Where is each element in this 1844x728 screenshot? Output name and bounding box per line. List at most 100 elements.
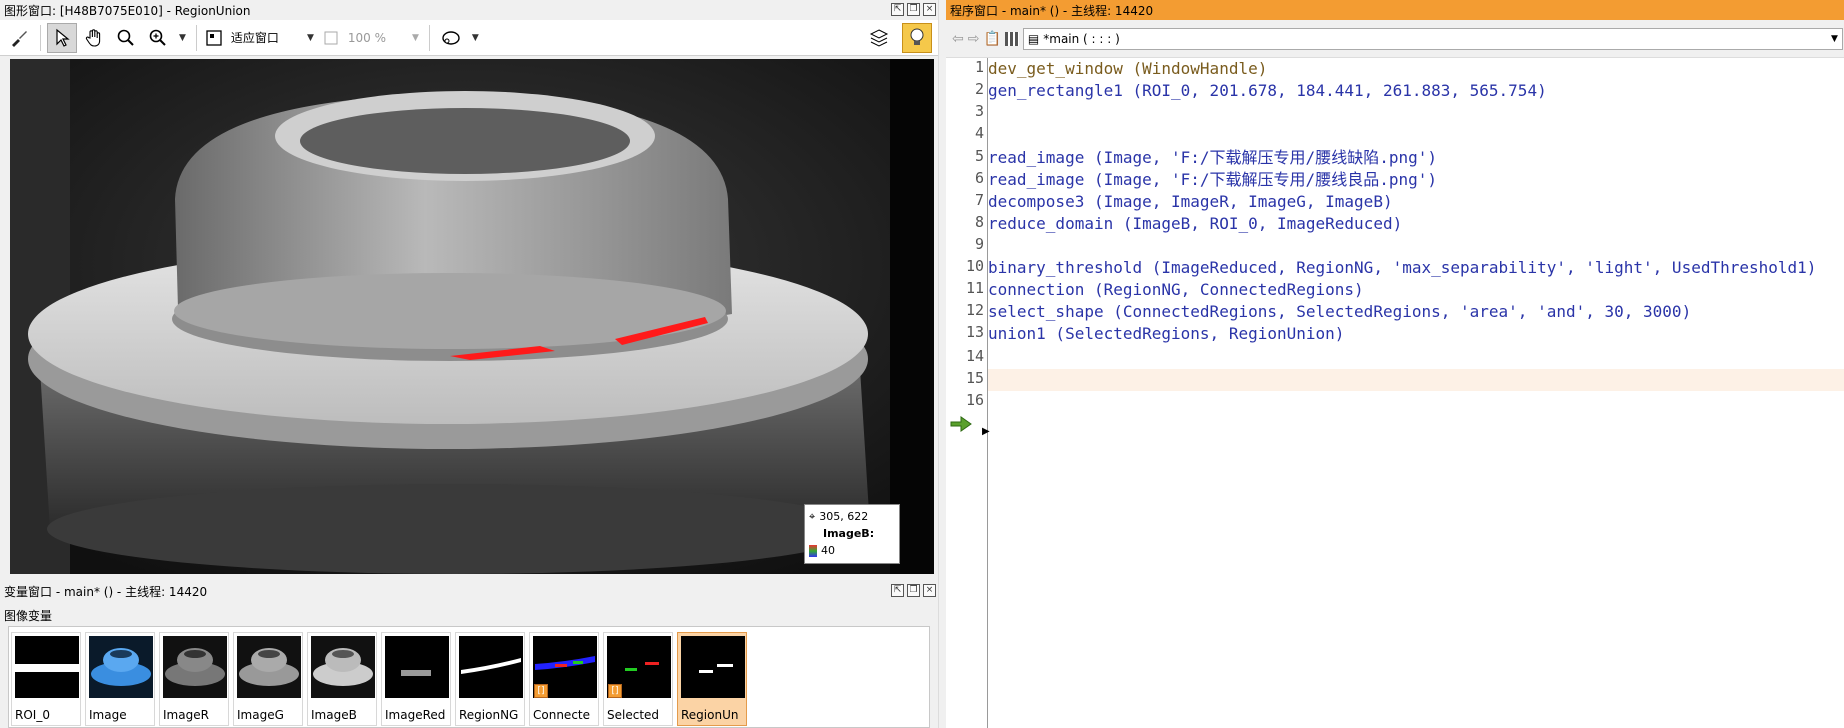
crosshair-icon: ⌖ — [809, 510, 816, 523]
grid-view-icon[interactable] — [1004, 31, 1019, 46]
variable-item[interactable]: [] Connecte — [529, 632, 599, 726]
window-splitter[interactable] — [938, 0, 946, 728]
float-icon[interactable]: ⇱ — [891, 584, 904, 597]
code-line[interactable] — [988, 391, 1844, 413]
magnifier-icon[interactable] — [111, 23, 141, 53]
restore-icon[interactable]: ❐ — [907, 584, 920, 597]
code-line[interactable]: union1 (SelectedRegions, RegionUnion) — [988, 323, 1844, 345]
forward-arrow-icon[interactable]: ⇨ — [968, 31, 980, 47]
restore-icon[interactable]: ❐ — [907, 3, 920, 16]
graphics-toolbar: ▼ 适应窗口 ▼ 100 % ▼ ▼ — [0, 20, 938, 56]
line-number: 1 — [974, 58, 984, 76]
line-number: 5 — [974, 147, 984, 165]
variable-label: RegionNG — [459, 708, 519, 722]
insert-cursor-icon[interactable]: ▶ — [982, 426, 990, 437]
line-number: 8 — [974, 213, 984, 231]
pointer-icon[interactable] — [47, 22, 77, 53]
variable-item[interactable]: Image — [85, 632, 155, 726]
code-line[interactable]: reduce_domain (ImageB, ROI_0, ImageReduc… — [988, 213, 1844, 235]
variable-item[interactable]: ImageRed — [381, 632, 451, 726]
line-number: 2 — [974, 80, 984, 98]
operator-name: connection — [988, 280, 1085, 299]
program-window-title: 程序窗口 - main* () - 主线程: 14420 — [950, 3, 1154, 18]
line-number: 10 — [965, 257, 984, 275]
close-icon[interactable]: × — [923, 584, 936, 597]
code-line[interactable]: select_shape (ConnectedRegions, Selected… — [988, 301, 1844, 323]
code-line[interactable]: gen_rectangle1 (ROI_0, 201.678, 184.441,… — [988, 80, 1844, 102]
zoom-in-icon[interactable] — [143, 23, 173, 53]
back-arrow-icon[interactable]: ⇦ — [952, 31, 964, 47]
zoom-percent-icon — [320, 23, 342, 53]
code-line[interactable]: read_image (Image, 'F:/下载解压专用/腰线良品.png') — [988, 169, 1844, 191]
code-line-current[interactable] — [988, 369, 1844, 391]
fit-window-icon[interactable] — [203, 23, 225, 53]
line-number: 16 — [965, 391, 984, 409]
variable-label: ImageB — [311, 708, 357, 722]
brush-icon[interactable] — [4, 23, 34, 53]
operator-args: (ImageReduced, RegionNG, 'max_separabili… — [1142, 258, 1817, 277]
operator-name: union1 — [988, 324, 1046, 343]
layers-icon[interactable] — [864, 23, 894, 53]
code-line[interactable]: read_image (Image, 'F:/下载解压专用/腰线缺陷.png') — [988, 147, 1844, 169]
graphics-window-titlebar: 图形窗口: [H48B7075E010] - RegionUnion ⇱ ❐ × — [0, 0, 938, 20]
clipboard-icon[interactable]: 📋 — [983, 31, 1000, 47]
procedure-dropdown-icon[interactable]: ▼ — [1831, 34, 1838, 44]
operator-args: (Image, 'F:/下载解压专用/腰线缺陷.png') — [1084, 148, 1437, 167]
draw-shape-dropdown-icon[interactable]: ▼ — [468, 33, 483, 43]
code-line[interactable]: decompose3 (Image, ImageR, ImageG, Image… — [988, 191, 1844, 213]
variable-label: Connecte — [533, 708, 590, 722]
operator-args: (ROI_0, 201.678, 184.441, 261.883, 565.7… — [1122, 81, 1547, 100]
iconic-variable-strip: ROI_0 Image ImageR ImageG ImageB ImageRe… — [8, 626, 930, 728]
line-number: 11 — [965, 279, 984, 297]
variable-item[interactable]: RegionNG — [455, 632, 525, 726]
region-thumbnail-icon — [681, 636, 745, 698]
program-counter-arrow-icon[interactable] — [950, 416, 972, 432]
code-line[interactable]: binary_threshold (ImageReduced, RegionNG… — [988, 257, 1844, 279]
draw-shape-icon[interactable] — [436, 23, 466, 53]
line-number: 3 — [974, 102, 984, 120]
program-toolbar: ⇦ ⇨ 📋 ▤ *main ( : : : ) ▼ — [946, 20, 1844, 58]
operator-args: (Image, 'F:/下载解压专用/腰线良品.png') — [1084, 170, 1437, 189]
code-line[interactable]: connection (RegionNG, ConnectedRegions) — [988, 279, 1844, 301]
region-thumbnail-icon — [459, 636, 523, 698]
operator-name: dev_get_window — [988, 59, 1123, 78]
operator-args: (ImageB, ROI_0, ImageReduced) — [1113, 214, 1403, 233]
variable-label: ROI_0 — [15, 708, 50, 722]
lightbulb-icon[interactable] — [902, 23, 932, 53]
code-editor[interactable]: ▶ 1 dev_get_window (WindowHandle) 2 gen_… — [946, 58, 1844, 728]
fit-window-label[interactable]: 适应窗口 — [227, 29, 283, 46]
procedure-name: *main ( : : : ) — [1043, 31, 1120, 46]
hand-pan-icon[interactable] — [79, 23, 109, 53]
variable-item[interactable]: ImageG — [233, 632, 303, 726]
program-window: 程序窗口 - main* () - 主线程: 14420 ⇦ ⇨ 📋 ▤ *ma… — [946, 0, 1844, 728]
code-line[interactable] — [988, 124, 1844, 146]
zoom-percent-dropdown-icon: ▼ — [411, 32, 419, 43]
code-line[interactable] — [988, 235, 1844, 257]
variable-label: ImageR — [163, 708, 209, 722]
variable-window-titlebar: 变量窗口 - main* () - 主线程: 14420 ⇱ ❐ × — [0, 581, 938, 601]
operator-args: (WindowHandle) — [1122, 59, 1268, 78]
image-display-canvas[interactable]: ⌖ 305, 622 ImageB: 40 — [10, 59, 934, 574]
fit-dropdown-arrow-icon[interactable]: ▼ — [303, 33, 318, 43]
zoom-dropdown-arrow-icon[interactable]: ▼ — [175, 33, 190, 43]
float-icon[interactable]: ⇱ — [891, 3, 904, 16]
code-line[interactable] — [988, 102, 1844, 124]
code-line[interactable] — [988, 347, 1844, 369]
variable-item[interactable]: ImageR — [159, 632, 229, 726]
procedure-selector[interactable]: ▤ *main ( : : : ) ▼ — [1022, 27, 1843, 50]
zoom-percent-value: 100 % — [347, 30, 386, 45]
variable-item[interactable]: [] Selected — [603, 632, 673, 726]
variable-item-selected[interactable]: RegionUn — [677, 632, 747, 726]
variable-label: Selected — [607, 708, 660, 722]
variable-item[interactable]: ROI_0 — [11, 632, 81, 726]
variable-label: Image — [89, 708, 127, 722]
variable-item[interactable]: ImageB — [307, 632, 377, 726]
code-line[interactable]: dev_get_window (WindowHandle) — [988, 58, 1844, 80]
pixel-value: 40 — [821, 544, 835, 557]
color-channel-icon — [809, 544, 817, 557]
operator-name: select_shape — [988, 302, 1104, 321]
operator-name: decompose3 — [988, 192, 1085, 211]
tuple-badge-icon: [] — [608, 684, 622, 698]
close-icon[interactable]: × — [923, 3, 936, 16]
image-thumbnail-icon — [89, 636, 153, 698]
